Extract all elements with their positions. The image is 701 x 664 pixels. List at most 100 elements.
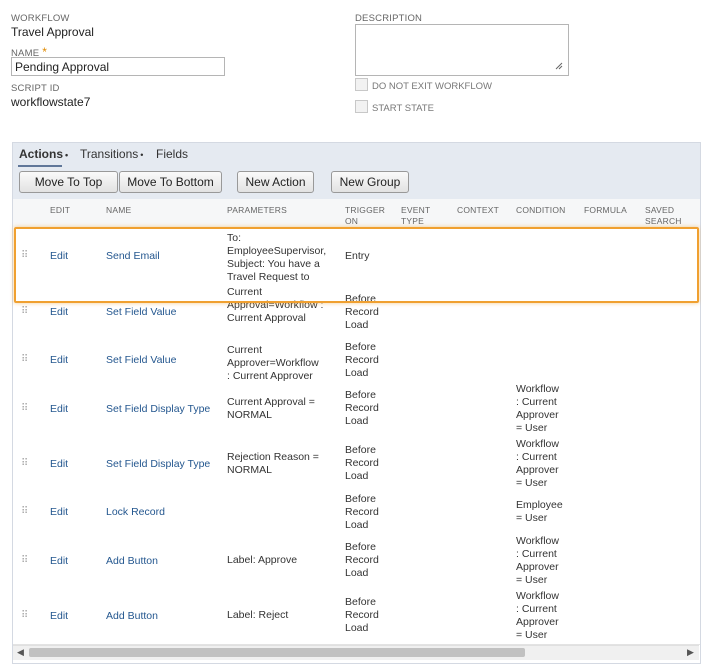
trigger-on-text: Entry [345,250,370,262]
drag-handle-icon[interactable]: ⠿ [21,506,28,517]
horizontal-scrollbar[interactable]: ◀ ▶ [13,645,699,660]
table-row[interactable]: ⠿ Edit Set Field Display Type Current Appro… [13,382,700,438]
edit-link[interactable]: Edit [50,506,68,519]
scroll-right-icon[interactable]: ▶ [687,647,694,658]
col-trigger-on-line2: ON [345,216,359,226]
condition-text: Workflow [516,535,559,547]
do-not-exit-checkbox[interactable] [355,78,368,91]
condition-text: : Current [516,451,557,463]
parameters-text: To: [227,232,242,244]
trigger-on-text: Load [345,319,369,331]
trigger-on-text: Record [345,506,379,518]
parameters-text: Current [227,286,263,298]
action-name-link[interactable]: Set Field Display Type [106,458,210,471]
tab-dot: • [65,150,69,160]
scroll-left-icon[interactable]: ◀ [17,647,24,658]
drag-handle-icon[interactable]: ⠿ [21,306,28,317]
condition-text: : Current [516,603,557,615]
parameters-text: Label: Approve [227,554,298,566]
description-field[interactable] [355,24,569,76]
edit-link[interactable]: Edit [50,555,68,568]
action-name-link[interactable]: Add Button [106,555,158,568]
trigger-on-text: Record [345,609,379,621]
condition-text: Approver [516,561,559,573]
action-name-link[interactable]: Send Email [106,250,160,263]
col-saved-search-line1: SAVED [645,205,675,215]
col-event-type: EVENT TYPE [401,205,430,227]
parameters-text: Current [227,344,263,356]
trigger-on-text: Load [345,567,369,579]
tab-fields-label: Fields [156,147,189,161]
parameters-text: NORMAL [227,409,272,421]
parameters-text: Approver=Workflow [227,357,319,369]
condition-text: = User [516,629,548,641]
condition-text: = User [516,422,548,434]
workflow-value: Travel Approval [11,25,94,39]
actions-sublist: Actions • Transitions • Fields Move To Top… [12,142,701,664]
edit-link[interactable]: Edit [50,354,68,367]
table-row[interactable]: ⠿ Edit Send Email To: EmployeeSupervisor, Sub… [13,227,700,296]
table-row[interactable]: ⠿ Edit Set Field Value Current Approval=Work… [13,286,700,341]
col-edit: EDIT [50,205,71,215]
edit-link[interactable]: Edit [50,458,68,471]
subtab-bar: Actions • Transitions • Fields [13,143,700,169]
drag-handle-icon[interactable]: ⠿ [21,250,28,261]
trigger-on-text: Record [345,354,379,366]
tab-actions[interactable]: Actions • [19,147,68,161]
new-group-button[interactable]: New Group [331,171,409,193]
table-row[interactable]: ⠿ Edit Set Field Display Type Rejection Rea… [13,437,700,493]
active-tab-indicator [18,165,62,167]
trigger-on-text: Before [345,341,376,353]
action-name-link[interactable]: Set Field Value [106,354,176,367]
col-event-type-line2: TYPE [401,216,425,226]
condition-text: : Current [516,548,557,560]
move-to-top-button[interactable]: Move To Top [19,171,118,193]
tab-transitions[interactable]: Transitions • [80,147,143,161]
new-action-button[interactable]: New Action [237,171,314,193]
col-trigger-on-line1: TRIGGER [345,205,386,215]
name-field[interactable] [11,57,225,76]
description-label: DESCRIPTION [355,13,423,24]
col-saved-search: SAVED SEARCH [645,205,682,227]
trigger-on-text: Before [345,541,376,553]
table-row[interactable]: ⠿ Edit Add Button Label: Reject Before Record… [13,589,700,645]
action-name-link[interactable]: Set Field Value [106,306,176,319]
condition-text: Approver [516,464,559,476]
scrollbar-thumb[interactable] [29,648,525,657]
drag-handle-icon[interactable]: ⠿ [21,403,28,414]
trigger-on-text: Load [345,470,369,482]
parameters-text: Travel Request to [227,271,310,283]
trigger-on-text: Before [345,444,376,456]
start-state-checkbox[interactable] [355,100,368,113]
move-to-bottom-button[interactable]: Move To Bottom [119,171,222,193]
trigger-on-text: Record [345,402,379,414]
tab-transitions-label: Transitions [80,147,139,161]
drag-handle-icon[interactable]: ⠿ [21,458,28,469]
table-row[interactable]: ⠿ Edit Lock Record Before Record Load Employee… [13,492,700,535]
drag-handle-icon[interactable]: ⠿ [21,555,28,566]
action-name-link[interactable]: Lock Record [106,506,165,519]
tab-fields[interactable]: Fields [156,147,188,161]
trigger-on-text: Record [345,306,379,318]
trigger-on-text: Before [345,493,376,505]
col-trigger-on: TRIGGER ON [345,205,385,227]
drag-handle-icon[interactable]: ⠿ [21,610,28,621]
button-bar: Move To Top Move To Bottom New Action Ne… [13,169,700,199]
resize-grip-icon[interactable] [555,62,563,70]
action-name-link[interactable]: Set Field Display Type [106,403,210,416]
condition-text: = User [516,574,548,586]
edit-link[interactable]: Edit [50,306,68,319]
trigger-on-text: Before [345,389,376,401]
drag-handle-icon[interactable]: ⠿ [21,354,28,365]
edit-link[interactable]: Edit [50,610,68,623]
table-header: EDIT NAME PARAMETERS TRIGGER ON EVENT TYPE… [13,199,700,228]
condition-text: Approver [516,409,559,421]
edit-link[interactable]: Edit [50,403,68,416]
action-name-link[interactable]: Add Button [106,610,158,623]
table-row[interactable]: ⠿ Edit Set Field Value Current Approver=Work… [13,340,700,383]
trigger-on-text: Before [345,596,376,608]
condition-text: Approver [516,616,559,628]
condition-text: : Current [516,396,557,408]
edit-link[interactable]: Edit [50,250,68,263]
table-row[interactable]: ⠿ Edit Add Button Label: Approve Before Recor… [13,534,700,590]
